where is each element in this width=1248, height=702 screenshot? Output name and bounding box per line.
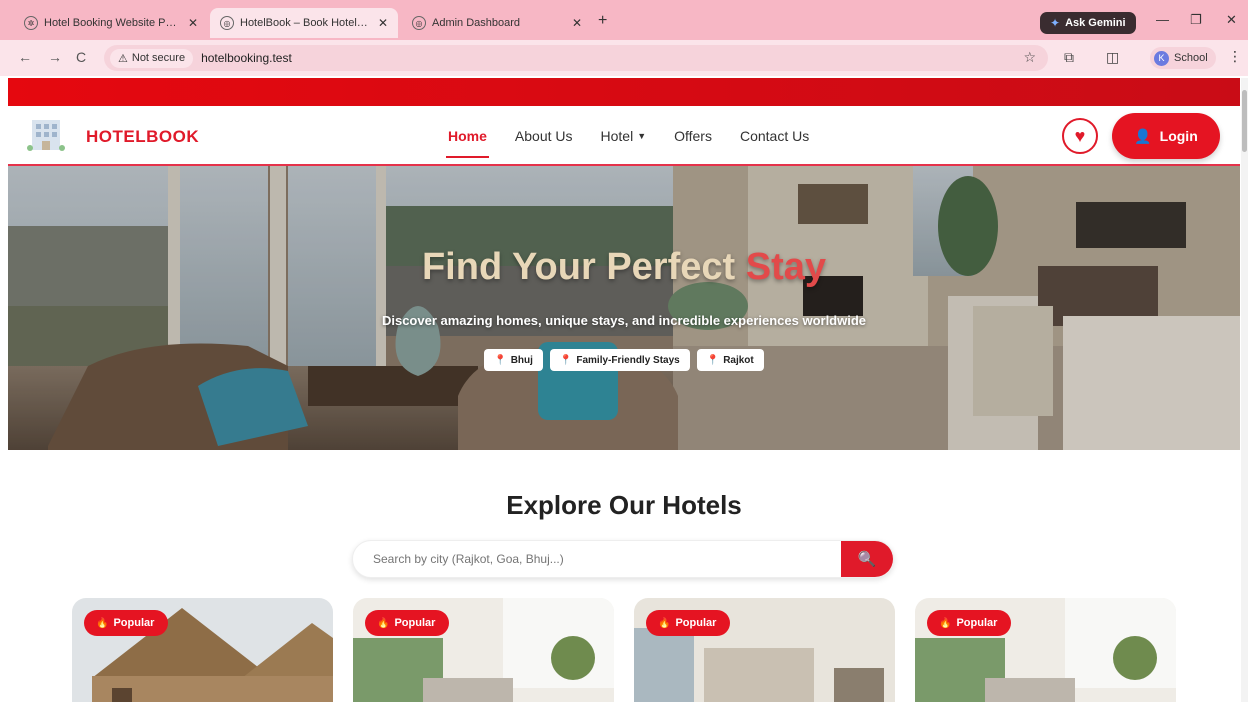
side-panel-icon[interactable]: ◫ <box>1106 49 1119 66</box>
browser-tab-active[interactable]: ◎ HotelBook – Book Hotels Online ✕ <box>210 8 398 38</box>
hero-title-main: Find Your Perfect <box>421 246 746 288</box>
gemini-sparkle-icon: ✦ <box>1050 16 1061 30</box>
hero-title-accent: Stay <box>745 246 827 288</box>
search-icon: 🔍 <box>857 551 877 568</box>
popular-badge: 🔥 Popular <box>84 610 169 636</box>
gemini-label: Ask Gemini <box>1065 17 1126 29</box>
chip-label: Bhuj <box>510 354 533 366</box>
site-navbar: HOTELBOOK Home About Us Hotel ▼ Offers Co… <box>8 106 1240 166</box>
nav-link-contact[interactable]: Contact Us <box>740 128 809 144</box>
back-icon[interactable]: ← <box>18 49 32 65</box>
fire-icon: 🔥 <box>658 617 671 629</box>
fire-icon: 🔥 <box>96 617 109 629</box>
warning-icon: ⚠ <box>118 52 128 65</box>
chip-label: Rajkot <box>723 354 754 366</box>
nav-label: Hotel <box>600 128 634 144</box>
not-secure-indicator[interactable]: ⚠ Not secure <box>110 48 194 68</box>
fire-icon: 🔥 <box>377 617 390 629</box>
tab-title: Admin Dashboard <box>432 17 521 29</box>
badge-label: Popular <box>956 617 998 629</box>
hotel-card[interactable]: 🔥 Popular <box>353 598 614 702</box>
search-button[interactable]: 🔍 <box>841 541 893 577</box>
heart-icon: ♥ <box>1074 125 1086 146</box>
top-red-bar <box>8 78 1240 106</box>
hero-title: Find Your Perfect Stay <box>8 246 1240 289</box>
badge-label: Popular <box>113 617 155 629</box>
nav-label: Offers <box>674 128 712 144</box>
new-tab-button[interactable]: + <box>598 12 607 30</box>
browser-tab-strip: ✲ Hotel Booking Website Project ✕ ◎ Hote… <box>0 0 1248 40</box>
minimize-icon[interactable]: — <box>1156 12 1169 27</box>
map-pin-icon: 📍 <box>494 354 507 366</box>
location-chip[interactable]: 📍 Bhuj <box>484 349 543 371</box>
hero-banner: Find Your Perfect Stay Discover amazing … <box>8 166 1240 450</box>
page-scrollbar[interactable] <box>1241 78 1248 702</box>
map-pin-icon: 📍 <box>706 354 720 366</box>
close-icon[interactable]: ✕ <box>188 16 198 30</box>
popular-badge: 🔥 Popular <box>365 610 450 636</box>
hero-background-image <box>8 166 1240 450</box>
city-search-input[interactable] <box>353 541 841 577</box>
profile-name: School <box>1174 52 1208 64</box>
close-icon[interactable]: ✕ <box>572 16 582 30</box>
nav-link-offers[interactable]: Offers <box>674 128 712 144</box>
caret-down-icon: ▼ <box>637 131 647 141</box>
nav-label: Contact Us <box>739 128 810 144</box>
hotel-card[interactable]: 🔥 Popular <box>72 598 333 702</box>
nav-link-home[interactable]: Home <box>446 128 489 158</box>
bookmark-star-icon[interactable]: ☆ <box>1023 49 1036 66</box>
browser-address-row: ← → C ⚠ Not secure hotelbooking.test ☆ ⧉… <box>0 40 1248 76</box>
chip-label: Family-Friendly Stays <box>576 354 680 366</box>
address-bar[interactable]: ⚠ Not secure hotelbooking.test ☆ <box>104 45 1048 71</box>
scrollbar-thumb[interactable] <box>1242 90 1247 152</box>
location-chip[interactable]: 📍 Family-Friendly Stays <box>549 349 690 371</box>
url-text[interactable]: hotelbooking.test <box>201 51 292 65</box>
hotel-card[interactable]: 🔥 Popular <box>915 598 1176 702</box>
hotel-logo-icon <box>27 120 65 151</box>
section-title: Explore Our Hotels <box>506 490 742 520</box>
nav-label: About Us <box>514 128 573 144</box>
badge-label: Popular <box>675 617 717 629</box>
popular-badge: 🔥 Popular <box>646 610 731 636</box>
location-chips: 📍 Bhuj 📍 Family-Friendly Stays 📍 Rajkot <box>8 349 1240 371</box>
nav-link-hotel[interactable]: Hotel ▼ <box>601 128 647 144</box>
nav-link-about[interactable]: About Us <box>515 128 573 144</box>
location-chip[interactable]: 📍 Rajkot <box>696 349 764 371</box>
main-nav: Home About Us Hotel ▼ Offers Contact Us <box>446 128 809 158</box>
close-icon[interactable]: ✕ <box>378 16 388 30</box>
extensions-icon[interactable]: ⧉ <box>1064 49 1074 66</box>
brand-name[interactable]: HOTELBOOK <box>86 127 199 147</box>
popular-badge: 🔥 Popular <box>927 610 1012 636</box>
map-pin-icon: 📍 <box>559 354 573 366</box>
not-secure-label: Not secure <box>131 52 186 64</box>
close-window-icon[interactable]: ✕ <box>1226 12 1237 28</box>
restore-icon[interactable]: ❐ <box>1190 12 1202 28</box>
forward-icon[interactable]: → <box>48 49 62 65</box>
nav-label: Home <box>448 128 487 144</box>
hero-subtitle: Discover amazing homes, unique stays, an… <box>381 313 867 328</box>
globe-icon: ◎ <box>412 16 426 30</box>
reload-icon[interactable]: C <box>76 49 86 65</box>
login-button[interactable]: 👤 Login <box>1112 113 1220 159</box>
ask-gemini-button[interactable]: ✦ Ask Gemini <box>1040 12 1136 34</box>
kebab-menu-icon[interactable]: ⋮ <box>1228 48 1242 65</box>
login-label: Login <box>1159 128 1198 144</box>
tab-title: Hotel Booking Website Project <box>44 17 180 29</box>
browser-tab[interactable]: ◎ Admin Dashboard ✕ <box>402 8 592 38</box>
globe-icon: ◎ <box>220 16 234 30</box>
chatgpt-icon: ✲ <box>24 16 38 30</box>
hotel-card[interactable]: 🔥 Popular <box>634 598 895 702</box>
city-search-bar: 🔍 <box>352 540 894 578</box>
tab-title: HotelBook – Book Hotels Online <box>240 17 370 29</box>
badge-label: Popular <box>394 617 436 629</box>
user-icon: 👤 <box>1134 127 1152 144</box>
browser-tab[interactable]: ✲ Hotel Booking Website Project ✕ <box>14 8 208 38</box>
profile-button[interactable]: K School <box>1150 47 1216 69</box>
avatar: K <box>1154 50 1169 66</box>
wishlist-button[interactable]: ♥ <box>1062 118 1098 154</box>
fire-icon: 🔥 <box>939 617 952 629</box>
